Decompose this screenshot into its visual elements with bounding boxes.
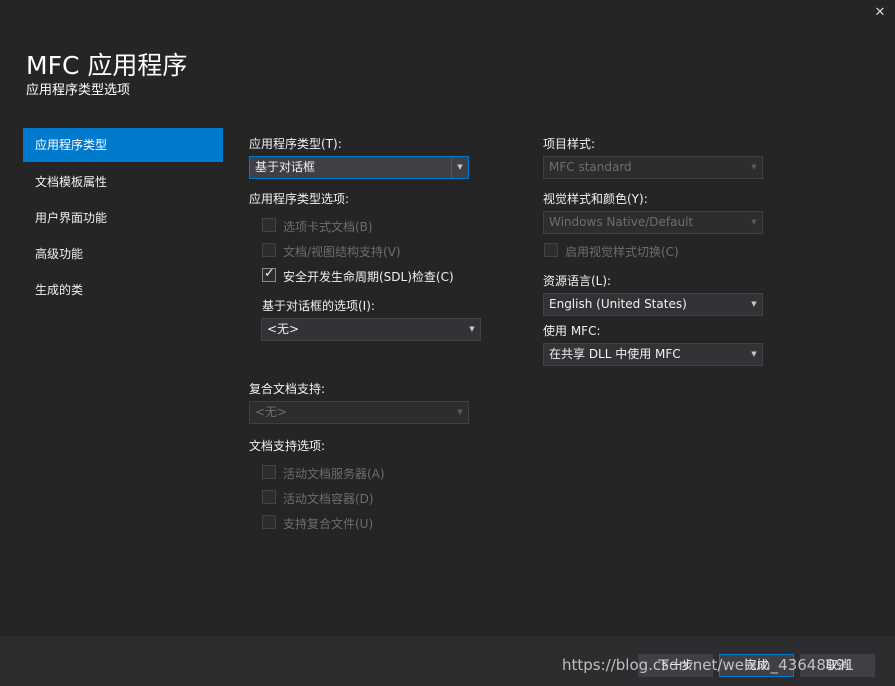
app-type-label: 应用程序类型(T): — [249, 137, 342, 151]
use-mfc-select[interactable]: 在共享 DLL 中使用 MFC ▼ — [543, 343, 763, 366]
chevron-down-icon: ▼ — [751, 218, 757, 226]
dialog-options-value: <无> — [267, 322, 300, 336]
page-subtitle: 应用程序类型选项 — [26, 83, 131, 98]
dialog-options-select[interactable]: <无> ▼ — [261, 318, 481, 341]
doc-support-label: 文档支持选项: — [249, 439, 326, 453]
chevron-down-icon: ▼ — [751, 300, 757, 308]
sdl-checks-label: 安全开发生命周期(SDL)检查(C) — [283, 270, 454, 284]
active-doc-container-checkbox[interactable] — [262, 490, 276, 504]
resource-lang-value: English (United States) — [549, 297, 687, 311]
project-style-value: MFC standard — [549, 160, 632, 174]
page-title: MFC 应用程序 — [26, 51, 188, 80]
compound-doc-label: 复合文档支持: — [249, 382, 326, 396]
compound-files-checkbox[interactable] — [262, 515, 276, 529]
chevron-down-icon: ▼ — [751, 163, 757, 171]
watermark-text: https://blog.csdn.net/weixin_43648991 — [562, 656, 855, 674]
chevron-down-icon: ▼ — [751, 350, 757, 358]
visual-style-select[interactable]: Windows Native/Default ▼ — [543, 211, 763, 234]
compound-doc-value: <无> — [255, 405, 288, 419]
use-mfc-label: 使用 MFC: — [543, 324, 601, 338]
tabbed-docs-checkbox[interactable] — [262, 218, 276, 232]
active-doc-server-checkbox[interactable] — [262, 465, 276, 479]
doc-view-checkbox[interactable] — [262, 243, 276, 257]
use-mfc-value: 在共享 DLL 中使用 MFC — [549, 347, 681, 361]
sidebar-item-app-type[interactable]: 应用程序类型 — [23, 128, 223, 162]
compound-doc-select[interactable]: <无> ▼ — [249, 401, 469, 424]
chevron-down-icon: ▼ — [451, 157, 468, 178]
sdl-checks-checkbox[interactable] — [262, 266, 276, 282]
project-style-label: 项目样式: — [543, 137, 596, 151]
app-type-options-label: 应用程序类型选项: — [249, 192, 350, 206]
visual-style-value: Windows Native/Default — [549, 215, 694, 229]
resource-lang-select[interactable]: English (United States) ▼ — [543, 293, 763, 316]
app-type-value: 基于对话框 — [255, 160, 316, 174]
sidebar-item-doc-template[interactable]: 文档模板属性 — [23, 165, 223, 199]
resource-lang-label: 资源语言(L): — [543, 274, 612, 288]
visual-style-label: 视觉样式和颜色(Y): — [543, 192, 648, 206]
doc-view-label: 文档/视图结构支持(V) — [283, 245, 401, 259]
project-style-select[interactable]: MFC standard ▼ — [543, 156, 763, 179]
tabbed-docs-label: 选项卡式文档(B) — [283, 220, 373, 234]
compound-files-label: 支持复合文件(U) — [283, 517, 374, 531]
active-doc-server-label: 活动文档服务器(A) — [283, 467, 385, 481]
close-icon[interactable]: ✕ — [872, 5, 888, 21]
sidebar-item-generated-classes[interactable]: 生成的类 — [23, 273, 223, 307]
sidebar-item-ui-features[interactable]: 用户界面功能 — [23, 201, 223, 235]
app-type-select[interactable]: 基于对话框 ▼ — [249, 156, 469, 179]
active-doc-container-label: 活动文档容器(D) — [283, 492, 374, 506]
chevron-down-icon: ▼ — [457, 408, 463, 416]
dialog-options-label: 基于对话框的选项(I): — [262, 299, 375, 313]
visual-style-switch-checkbox[interactable] — [544, 243, 558, 257]
sidebar-item-advanced[interactable]: 高级功能 — [23, 237, 223, 271]
chevron-down-icon: ▼ — [469, 325, 475, 333]
visual-style-switch-label: 启用视觉样式切换(C) — [565, 245, 679, 259]
